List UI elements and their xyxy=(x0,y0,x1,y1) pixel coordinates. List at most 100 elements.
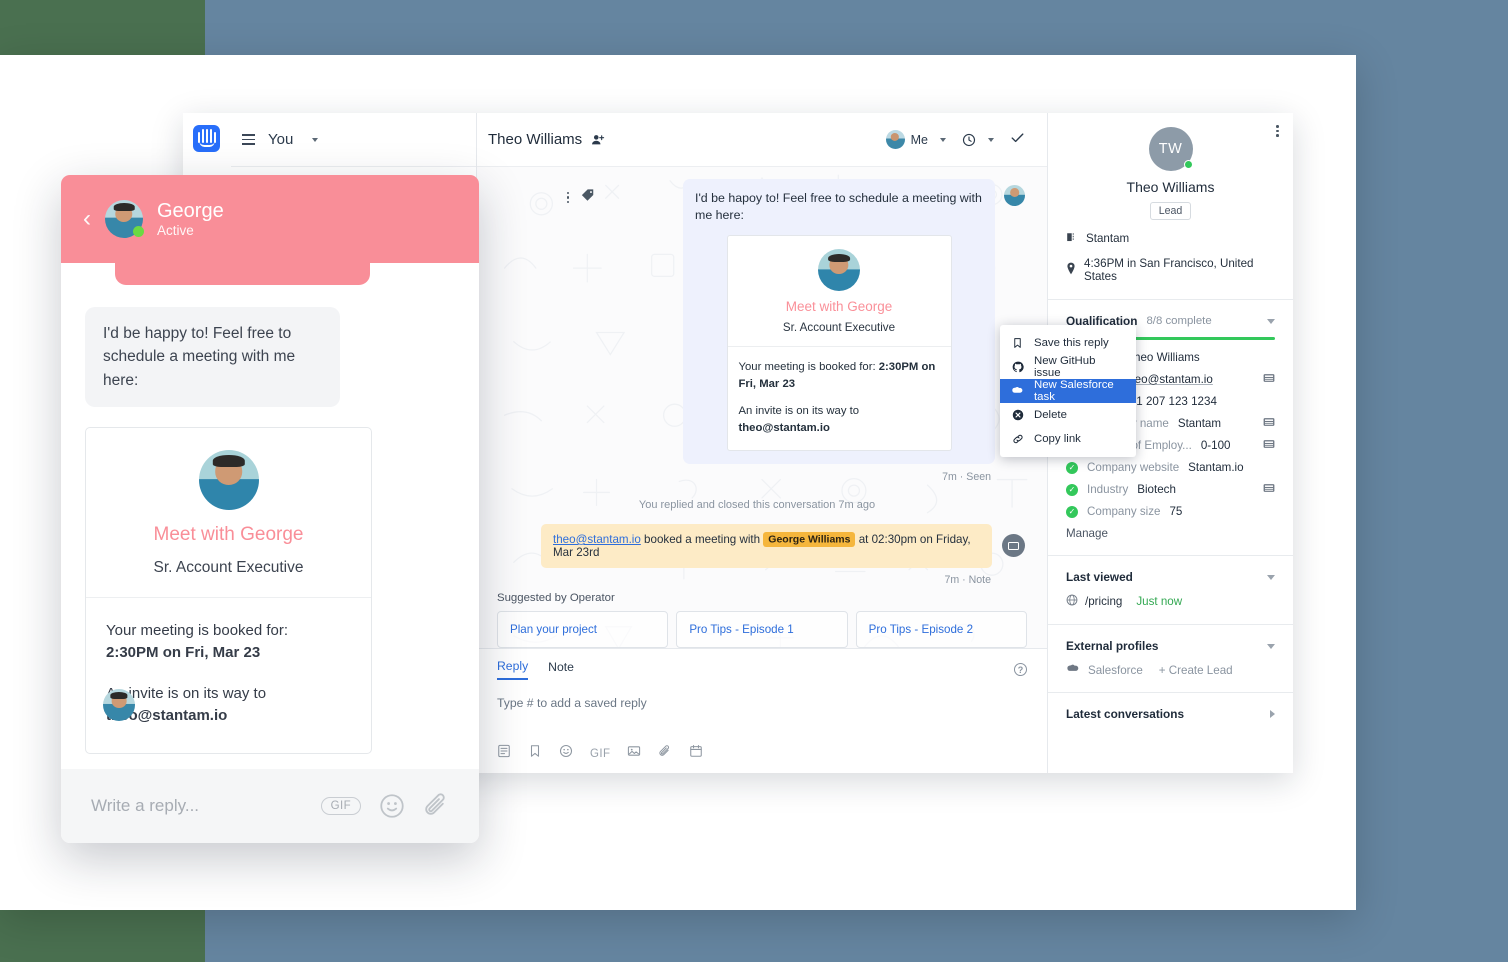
qualification-key: Company website xyxy=(1087,461,1179,474)
keyboard-icon[interactable] xyxy=(1263,373,1275,386)
add-person-icon[interactable] xyxy=(591,133,605,147)
intercom-logo[interactable] xyxy=(193,125,220,152)
ctx-new-salesforce-task[interactable]: New Salesforce task xyxy=(1000,379,1136,403)
conversation-thread-column: Theo Williams Me xyxy=(477,113,1047,773)
chevron-down-icon[interactable] xyxy=(1267,319,1275,324)
qualification-value[interactable]: Theo Williams xyxy=(1127,351,1200,364)
tag-icon[interactable] xyxy=(581,188,595,207)
online-status-dot xyxy=(133,226,144,237)
qualification-value[interactable]: Biotech xyxy=(1137,483,1176,496)
qualification-value[interactable]: 75 xyxy=(1169,505,1182,518)
external-profile-row: Salesforce + Create Lead xyxy=(1066,664,1275,677)
booked-time: 2:30PM on Fri, Mar 23 xyxy=(106,644,260,661)
booked-prefix: Your meeting is booked for: xyxy=(739,361,879,373)
more-options-icon[interactable] xyxy=(567,192,570,204)
status-badge: Lead xyxy=(1150,202,1192,220)
tab-note[interactable]: Note xyxy=(548,660,574,679)
attachment-icon[interactable] xyxy=(423,793,449,819)
qualification-key: Company size xyxy=(1087,505,1160,518)
salesforce-label: Salesforce xyxy=(1088,664,1143,677)
company-line: Stantam xyxy=(1066,231,1275,246)
composer-input[interactable]: Type # to add a saved reply xyxy=(497,696,1027,710)
attachment-icon[interactable] xyxy=(658,744,672,763)
messenger-invite-line: An invite is on its way totheo@stantam.i… xyxy=(106,683,351,727)
invite-prefix: An invite is on its way to xyxy=(739,405,860,417)
outgoing-message-text: I'd be hapoy to! Feel free to schedule a… xyxy=(695,190,983,223)
close-conversation-button[interactable] xyxy=(1010,130,1025,149)
ctx-copy-link[interactable]: Copy link xyxy=(1000,427,1136,451)
note-mention-chip[interactable]: George Williams xyxy=(763,532,855,547)
keyboard-icon[interactable] xyxy=(1263,483,1275,496)
hamburger-icon[interactable] xyxy=(242,134,255,145)
messenger-body[interactable]: I'd be happy to! Feel free to schedule a… xyxy=(61,263,479,769)
ctx-save-this-reply[interactable]: Save this reply xyxy=(1000,331,1136,355)
emoji-icon[interactable] xyxy=(559,744,573,763)
emoji-icon[interactable] xyxy=(379,793,405,819)
invite-email: theo@stantam.io xyxy=(739,422,830,434)
messenger-agent-status: Active xyxy=(157,223,224,238)
image-icon[interactable] xyxy=(627,744,641,763)
ctx-new-github-issue[interactable]: New GitHub issue xyxy=(1000,355,1136,379)
salesforce-cloud-icon xyxy=(1066,664,1080,677)
latest-conversations-section[interactable]: Latest conversations xyxy=(1048,692,1293,736)
last-viewed-header: Last viewed xyxy=(1066,570,1275,584)
message-tools xyxy=(567,188,606,207)
last-viewed-time: Just now xyxy=(1136,595,1182,608)
outgoing-message-row: I'd be hapoy to! Feel free to schedule a… xyxy=(489,179,1025,464)
suggested-label: Suggested by Operator xyxy=(497,592,1027,604)
ctx-label: Save this reply xyxy=(1034,337,1109,349)
manage-link[interactable]: Manage xyxy=(1066,527,1275,540)
meeting-icon[interactable] xyxy=(689,744,703,763)
ctx-delete[interactable]: Delete xyxy=(1000,403,1136,427)
suggested-chip-2[interactable]: Pro Tips - Episode 1 xyxy=(676,611,847,648)
company-icon xyxy=(1066,231,1078,246)
messenger-composer: Write a reply... GIF xyxy=(61,769,479,843)
qualification-value[interactable]: theo@stantam.io xyxy=(1125,373,1213,386)
back-icon[interactable]: ‹ xyxy=(83,207,91,231)
last-viewed-section: Last viewed /pricing Just now xyxy=(1048,555,1293,624)
composer: Reply Note ? Type # to add a saved reply… xyxy=(477,648,1047,773)
last-viewed-title: Last viewed xyxy=(1066,570,1133,584)
gif-icon[interactable]: GIF xyxy=(590,748,610,760)
assignee-avatar xyxy=(886,130,905,149)
chevron-down-icon[interactable] xyxy=(1267,575,1275,580)
messenger-identity: George Active xyxy=(157,200,224,238)
chevron-down-icon xyxy=(988,138,994,142)
bookmark-icon[interactable] xyxy=(528,744,542,763)
suggested-chip-1[interactable]: Plan your project xyxy=(497,611,668,648)
messenger-meeting-card-body: Your meeting is booked for:2:30PM on Fri… xyxy=(86,598,371,753)
inbox-owner-label[interactable]: You xyxy=(268,131,293,148)
last-viewed-path[interactable]: /pricing xyxy=(1085,595,1122,608)
chevron-down-icon[interactable] xyxy=(1267,644,1275,649)
snooze-button[interactable] xyxy=(962,133,994,147)
thread-scroll-area[interactable]: I'd be hapoy to! Feel free to schedule a… xyxy=(477,167,1047,592)
chevron-down-icon xyxy=(940,138,946,142)
qualification-row: ✓IndustryBiotech xyxy=(1066,483,1275,496)
help-icon[interactable]: ? xyxy=(1014,663,1027,676)
tab-reply[interactable]: Reply xyxy=(497,659,528,680)
meeting-card-top: Meet with George Sr. Account Executive xyxy=(728,236,951,347)
saved-reply-icon[interactable] xyxy=(497,744,511,763)
suggested-chip-3[interactable]: Pro Tips - Episode 2 xyxy=(856,611,1027,648)
avatar xyxy=(818,249,860,291)
gif-icon[interactable]: GIF xyxy=(321,797,361,815)
conversation-list-header: You xyxy=(231,113,476,167)
qualification-key: Industry xyxy=(1087,483,1128,496)
more-options-icon[interactable] xyxy=(1276,125,1279,137)
qualification-value[interactable]: Stantam.io xyxy=(1188,461,1243,474)
keyboard-icon[interactable] xyxy=(1263,417,1275,430)
messenger-reply-input[interactable]: Write a reply... xyxy=(91,796,303,816)
intercom-logo-bars xyxy=(198,129,216,143)
chevron-down-icon[interactable] xyxy=(312,138,318,142)
contact-header: TW Theo Williams Lead Stantam 4:36PM in … xyxy=(1048,113,1293,299)
note-email-link[interactable]: theo@stantam.io xyxy=(553,533,641,546)
keyboard-icon[interactable] xyxy=(1263,439,1275,452)
chevron-right-icon[interactable] xyxy=(1270,710,1275,718)
qualification-value[interactable]: +1 207 123 1234 xyxy=(1130,395,1217,408)
delete-icon xyxy=(1011,409,1024,421)
qualification-value[interactable]: 0-100 xyxy=(1201,439,1231,452)
salesforce-cloud-icon xyxy=(1011,386,1024,396)
create-lead-button[interactable]: + Create Lead xyxy=(1159,664,1233,677)
assignee-selector[interactable]: Me xyxy=(886,130,946,149)
qualification-value[interactable]: Stantam xyxy=(1178,417,1221,430)
